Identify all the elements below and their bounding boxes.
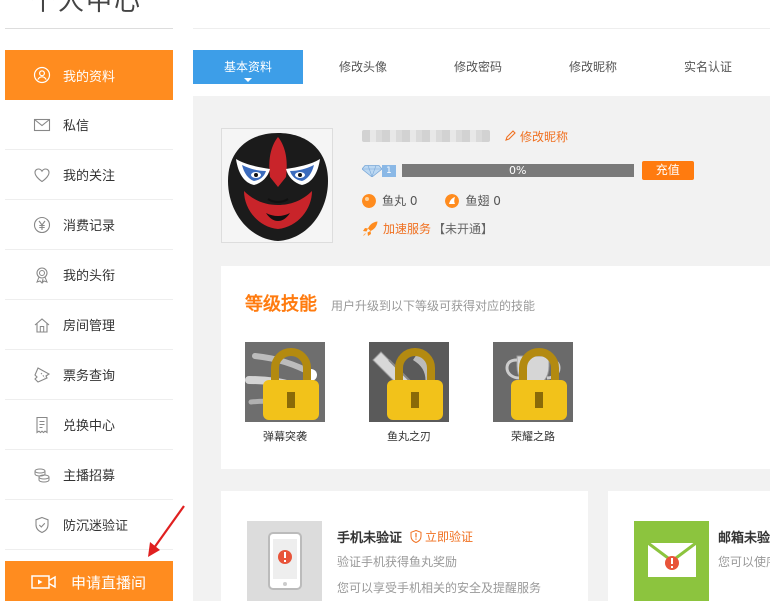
lock-icon	[387, 348, 443, 420]
sidebar-item-room-management[interactable]: 房间管理	[5, 300, 173, 350]
experience-progress-bar: 0%	[401, 164, 634, 177]
mail-icon	[33, 116, 51, 134]
heart-icon	[33, 166, 51, 184]
skill-name: 荣耀之路	[511, 430, 555, 443]
phone-verification-title: 手机未验证	[337, 531, 403, 546]
fish-ball-text: 鱼丸 0	[382, 194, 418, 208]
nickname-blurred	[362, 130, 490, 142]
level-skills-subtitle: 用户升级到以下等级可获得对应的技能	[331, 299, 536, 313]
sidebar-item-my-profile[interactable]: 我的资料	[5, 50, 173, 100]
sidebar-item-streamer-recruit[interactable]: 主播招募	[5, 450, 173, 500]
sidebar-item-spending[interactable]: 消费记录	[5, 200, 173, 250]
level-skills-header: 等级技能 用户升级到以下等级可获得对应的技能	[245, 290, 535, 316]
currency-row: 鱼丸 0 鱼翅 0	[362, 192, 529, 209]
apply-live-room-button[interactable]: 申请直播间	[5, 561, 173, 601]
phone-verification-benefit: 您可以享受手机相关的安全及提醒服务	[337, 581, 542, 595]
level-skills-title: 等级技能	[245, 294, 317, 315]
apply-live-room-label: 申请直播间	[71, 573, 147, 592]
video-camera-icon	[31, 573, 57, 591]
header-divider	[193, 28, 770, 29]
fish-fin-text: 鱼翅 0	[465, 194, 501, 208]
level-skills-panel: 等级技能 用户升级到以下等级可获得对应的技能 弹幕突袭 鱼丸之刃 荣耀之路	[221, 266, 770, 469]
verify-now-link[interactable]: 立即验证	[410, 528, 473, 545]
shield-icon	[33, 516, 51, 534]
sidebar-item-following[interactable]: 我的关注	[5, 150, 173, 200]
email-verification-card: 邮箱未验 您可以使序	[608, 491, 770, 601]
level-number: 1	[382, 164, 396, 177]
email-verification-desc: 您可以使序	[718, 555, 770, 569]
house-icon	[33, 316, 51, 334]
fish-ball-icon	[362, 193, 376, 208]
opera-mask-avatar-image	[222, 129, 332, 242]
annotation-arrow	[148, 505, 185, 557]
email-verification-icon	[634, 521, 709, 601]
sidebar-item-label: 我的资料	[63, 69, 116, 85]
lock-icon	[511, 348, 567, 420]
email-verification-title: 邮箱未验	[718, 531, 770, 546]
speed-service-status: 【未开通】	[433, 222, 494, 236]
shield-alert-icon	[410, 530, 422, 543]
skill-name: 鱼丸之刃	[387, 430, 431, 443]
pencil-icon	[505, 130, 516, 141]
sidebar-item-label: 兑换中心	[63, 419, 116, 434]
sidebar-item-label: 主播招募	[63, 469, 116, 484]
page-title: 个人中心	[30, 0, 143, 17]
speed-service-row: 加速服务 【未开通】	[362, 220, 493, 237]
level-badge: 1	[362, 164, 396, 177]
sidebar-item-label: 房间管理	[63, 319, 116, 334]
tab-change-nickname[interactable]: 修改昵称	[538, 50, 648, 84]
title-divider	[5, 28, 173, 29]
skill-fish-ball-blade[interactable]: 鱼丸之刃	[369, 342, 449, 444]
profile-summary: 修改昵称 1 0% 充值 鱼丸 0 鱼翅 0 加速服务 【未开通】	[221, 128, 770, 246]
sidebar-item-label: 我的关注	[63, 169, 116, 184]
sidebar-item-label: 票务查询	[63, 369, 116, 384]
skill-glory-road[interactable]: 荣耀之路	[493, 342, 573, 444]
rocket-icon	[363, 221, 378, 236]
tab-real-name-auth[interactable]: 实名认证	[653, 50, 763, 84]
sidebar-item-label: 消费记录	[63, 219, 116, 234]
profile-tabs: 基本资料 修改头像 修改密码 修改昵称 实名认证	[193, 50, 770, 84]
fish-fin-balance: 鱼翅 0	[445, 192, 501, 209]
tab-change-password[interactable]: 修改密码	[423, 50, 533, 84]
avatar[interactable]	[221, 128, 333, 243]
tab-basic-info[interactable]: 基本资料	[193, 50, 303, 84]
tab-change-avatar[interactable]: 修改头像	[308, 50, 418, 84]
yuan-icon	[33, 216, 51, 234]
recharge-button[interactable]: 充值	[641, 161, 694, 180]
nickname-row: 修改昵称	[362, 128, 568, 144]
diamond-icon	[362, 164, 382, 177]
speed-service-link[interactable]: 加速服务	[383, 220, 431, 237]
sidebar-item-messages[interactable]: 私信	[5, 100, 173, 150]
skill-barrage-raid[interactable]: 弹幕突袭	[245, 342, 325, 444]
sidebar-item-label: 我的头衔	[63, 269, 116, 284]
coins-icon	[33, 466, 51, 484]
phone-verification-desc: 验证手机获得鱼丸奖励	[337, 555, 458, 569]
phone-verification-title-row: 手机未验证 立即验证	[337, 527, 473, 546]
sidebar: 我的资料 私信 我的关注 消费记录 我的头衔 房间管理 票务查询 兑换中心 主播…	[5, 50, 173, 550]
ticket-icon	[33, 366, 51, 384]
sidebar-item-label: 防沉迷验证	[63, 519, 129, 534]
phone-icon	[247, 521, 322, 601]
level-row: 1 0% 充值	[362, 161, 694, 180]
receipt-icon	[33, 416, 51, 434]
lock-icon	[263, 348, 319, 420]
user-icon	[33, 66, 51, 84]
sidebar-item-titles[interactable]: 我的头衔	[5, 250, 173, 300]
fish-ball-balance: 鱼丸 0	[362, 192, 417, 209]
experience-progress-text: 0%	[509, 164, 527, 177]
fish-fin-icon	[445, 193, 460, 208]
edit-nickname-link[interactable]: 修改昵称	[504, 128, 568, 145]
edit-nickname-label: 修改昵称	[520, 129, 569, 144]
sidebar-item-exchange[interactable]: 兑换中心	[5, 400, 173, 450]
envelope-icon	[634, 521, 709, 601]
badge-icon	[33, 266, 51, 284]
phone-verification-card: 手机未验证 立即验证 验证手机获得鱼丸奖励 您可以享受手机相关的安全及提醒服务	[221, 491, 588, 601]
skill-name: 弹幕突袭	[263, 430, 307, 443]
phone-verification-icon	[247, 521, 322, 601]
verify-now-label: 立即验证	[425, 530, 474, 544]
sidebar-item-label: 私信	[63, 119, 90, 134]
main-content: 修改昵称 1 0% 充值 鱼丸 0 鱼翅 0 加速服务 【未开通】 等级技能 用…	[193, 96, 770, 601]
sidebar-item-tickets[interactable]: 票务查询	[5, 350, 173, 400]
